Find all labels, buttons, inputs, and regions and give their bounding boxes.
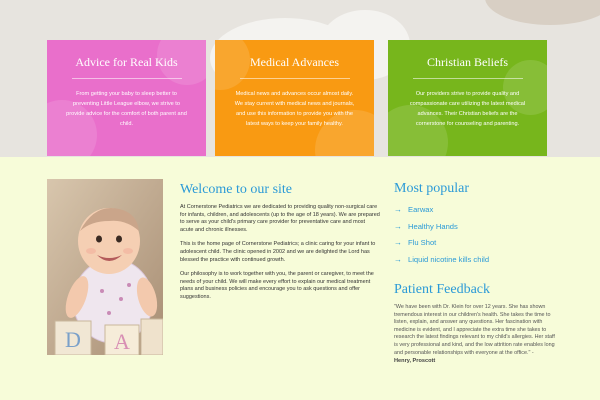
hero-banner: Advice for Real Kids From getting your b… <box>0 0 600 157</box>
testimonial-quote: "We have been with Dr. Klein for over 12… <box>394 304 555 356</box>
popular-link-healthy-hands[interactable]: → Healthy Hands <box>394 222 556 239</box>
popular-link-label: Earwax <box>408 205 434 214</box>
popular-link-liquid-nicotine[interactable]: → Liquid nicotine kills child <box>394 255 556 272</box>
feature-card-christian-beliefs[interactable]: Christian Beliefs Our providers strive t… <box>388 40 547 156</box>
arrow-right-icon: → <box>394 254 402 264</box>
welcome-title: Welcome to our site <box>180 182 293 197</box>
welcome-paragraph: Our philosophy is to work together with … <box>180 271 374 300</box>
popular-link-label: Flu Shot <box>408 238 437 247</box>
popular-link-label: Liquid nicotine kills child <box>408 254 490 264</box>
sidebar: Most popular → Earwax → Healthy Hands → … <box>394 181 556 364</box>
baby-photo: D A <box>47 179 163 355</box>
feature-card-medical-advances[interactable]: Medical Advances Medical news and advanc… <box>215 40 374 156</box>
welcome-paragraph: This is the home page of Cornerstone Ped… <box>180 241 376 263</box>
divider <box>239 78 350 79</box>
patient-feedback-title: Patient Feedback <box>394 282 491 297</box>
popular-link-label: Healthy Hands <box>408 221 458 231</box>
arrow-right-icon: → <box>394 221 402 231</box>
svg-text:D: D <box>65 327 81 352</box>
popular-links-list: → Earwax → Healthy Hands → Flu Shot → Li… <box>394 205 556 271</box>
most-popular-title: Most popular <box>394 181 470 196</box>
feature-card-advice[interactable]: Advice for Real Kids From getting your b… <box>47 40 206 156</box>
popular-link-flu-shot[interactable]: → Flu Shot <box>394 238 556 255</box>
svg-text:A: A <box>114 329 130 354</box>
hero-background-shape <box>485 0 600 25</box>
testimonial-author: Henry, Proscott <box>394 358 436 365</box>
arrow-right-icon: → <box>394 238 402 247</box>
arrow-right-icon: → <box>394 205 402 214</box>
divider <box>71 78 182 79</box>
welcome-paragraph: At Cornerstone Pediatrics we are dedicat… <box>180 204 380 233</box>
welcome-section: Welcome to our site At Cornerstone Pedia… <box>180 182 380 309</box>
popular-link-earwax[interactable]: → Earwax <box>394 205 556 222</box>
